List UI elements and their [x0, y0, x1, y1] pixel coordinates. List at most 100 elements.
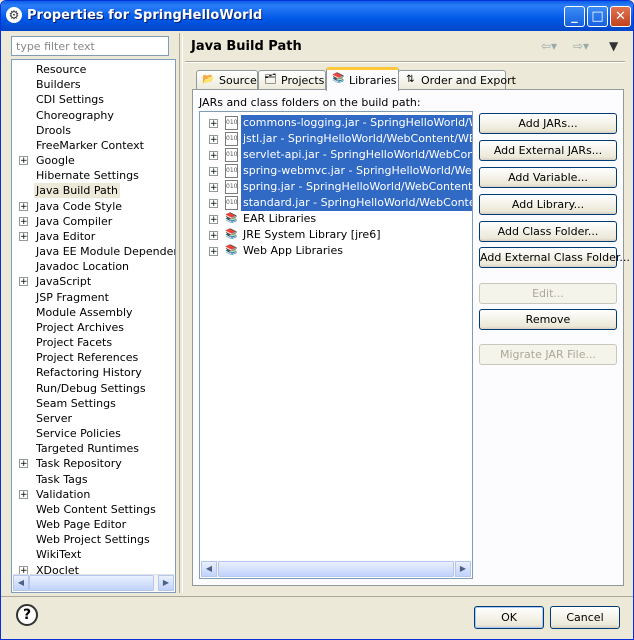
tab-order-and-export[interactable]: ⇅ Order and Export — [398, 70, 516, 90]
tree-item[interactable]: + JavaScript — [12, 274, 172, 289]
eclipse-icon: ⚙ — [6, 7, 22, 23]
tree-item[interactable]: Service Policies — [12, 426, 172, 441]
tree-item[interactable]: Project References — [12, 350, 172, 365]
expand-icon[interactable]: + — [19, 201, 28, 211]
tree-item[interactable]: Web Page Editor — [12, 517, 172, 532]
expand-icon[interactable]: + — [209, 135, 218, 145]
edit-button: Edit... — [479, 283, 617, 304]
expand-icon[interactable]: + — [209, 199, 218, 209]
tree-item[interactable]: Targeted Runtimes — [12, 441, 172, 456]
tree-item[interactable]: Javadoc Location — [12, 259, 172, 274]
tree-item[interactable]: Server — [12, 411, 172, 426]
expand-icon[interactable]: + — [19, 459, 28, 469]
tree-item-label: Task Tags — [36, 472, 88, 486]
tree-item[interactable]: Project Facets — [12, 335, 172, 350]
expand-icon[interactable]: + — [19, 156, 28, 166]
tree-item[interactable]: Refactoring History — [12, 365, 172, 380]
jar-entry[interactable]: +010 commons-logging.jar - SpringHelloWor… — [200, 115, 472, 131]
expand-icon[interactable]: + — [209, 183, 218, 193]
jar-entry[interactable]: +010 standard.jar - SpringHelloWorld/WebC… — [200, 195, 472, 211]
tree-item[interactable]: WikiText — [12, 547, 172, 562]
tree-item[interactable]: Choreography — [12, 108, 172, 123]
scroll-thumb[interactable] — [29, 575, 154, 591]
library-entry[interactable]: + 📚 JRE System Library [jre6] — [200, 227, 472, 243]
add-class-folder-button[interactable]: Add Class Folder... — [479, 221, 617, 242]
tree-horizontal-scrollbar[interactable]: ◀ ▶ — [13, 574, 174, 591]
tree-item[interactable]: Resource — [12, 62, 172, 77]
tree-item[interactable]: + Java Compiler — [12, 214, 172, 229]
minimize-button[interactable]: _ — [564, 6, 585, 27]
tree-item[interactable]: Web Project Settings — [12, 532, 172, 547]
tab-source[interactable]: 📂 Source — [196, 70, 258, 90]
remove-button[interactable]: Remove — [479, 309, 617, 330]
scroll-right-icon[interactable]: ▶ — [158, 575, 174, 591]
tree-item-label: Java Build Path — [34, 183, 121, 199]
maximize-button[interactable]: □ — [587, 6, 608, 27]
tree-item[interactable]: CDI Settings — [12, 92, 172, 107]
tree-item[interactable]: Project Archives — [12, 320, 172, 335]
tree-item[interactable]: Drools — [12, 123, 172, 138]
expand-icon[interactable]: + — [19, 277, 28, 287]
libraries-list[interactable]: + 📚 Web App Libraries + 📚 JRE System Library … — [199, 111, 473, 579]
expand-icon[interactable]: + — [209, 247, 218, 257]
tree-item[interactable]: Module Assembly — [12, 305, 172, 320]
tree-item[interactable]: + Validation — [12, 487, 172, 502]
properties-dialog: ⚙ Properties for SpringHelloWorld _ □ ✕ … — [0, 0, 634, 640]
expand-icon[interactable]: + — [209, 231, 218, 241]
scroll-right-icon[interactable]: ▶ — [455, 561, 471, 577]
tree-item[interactable]: + Google — [12, 153, 172, 168]
expand-icon[interactable]: + — [209, 151, 218, 161]
tree-item[interactable]: Java EE Module Dependencies — [12, 244, 175, 259]
jar-entry[interactable]: +010 spring.jar - SpringHelloWorld/WebCon… — [200, 179, 472, 195]
expand-icon[interactable]: + — [209, 119, 218, 129]
forward-arrow-icon[interactable]: ⇨▾ — [573, 39, 589, 53]
expand-icon[interactable]: + — [19, 489, 28, 499]
scroll-left-icon[interactable]: ◀ — [201, 561, 217, 577]
tree-item[interactable]: Web Content Settings — [12, 502, 172, 517]
help-icon[interactable]: ? — [16, 604, 38, 626]
cancel-button[interactable]: Cancel — [550, 606, 620, 629]
tree-item[interactable]: FreeMarker Context — [12, 138, 172, 153]
tree-item[interactable]: Builders — [12, 77, 172, 92]
add-jars-button[interactable]: Add JARs... — [479, 113, 617, 134]
tree-item-label: Hibernate Settings — [36, 169, 139, 183]
add-library-button[interactable]: Add Library... — [479, 194, 617, 215]
jar-entry[interactable]: +010 servlet-api.jar - SpringHelloWorld/W… — [200, 147, 472, 163]
tree-item[interactable]: Run/Debug Settings — [12, 381, 172, 396]
tree-item[interactable]: Java Build Path — [12, 183, 172, 199]
expand-icon[interactable]: + — [209, 167, 218, 177]
tree-item[interactable]: Task Tags — [12, 472, 172, 487]
library-entry[interactable]: + 📚 Web App Libraries — [200, 243, 472, 259]
scroll-thumb[interactable] — [218, 561, 454, 577]
add-external-jars-button[interactable]: Add External JARs... — [479, 140, 617, 161]
expand-icon[interactable]: + — [19, 216, 28, 226]
jar-entry[interactable]: +010 spring-webmvc.jar - SpringHelloWorld… — [200, 163, 472, 179]
tree-item-label: Resource — [36, 63, 87, 76]
tree-item[interactable]: Hibernate Settings — [12, 168, 172, 183]
ok-button[interactable]: OK — [474, 606, 544, 629]
library-entry[interactable]: + 📚 EAR Libraries — [200, 211, 472, 227]
scroll-left-icon[interactable]: ◀ — [13, 575, 29, 591]
tree-item[interactable]: Seam Settings — [12, 396, 172, 411]
tree-item[interactable]: JSP Fragment — [12, 290, 172, 305]
tree-item[interactable]: + Java Code Style — [12, 199, 172, 214]
tree-item[interactable]: + Task Repository — [12, 456, 172, 471]
filter-input[interactable]: type filter text — [11, 36, 169, 56]
expand-icon[interactable]: + — [209, 215, 218, 225]
add-external-class-folder-button[interactable]: Add External Class Folder... — [479, 247, 630, 268]
view-menu-icon[interactable]: ▼ — [609, 39, 618, 53]
jar-entry[interactable]: +010 jstl.jar - SpringHelloWorld/WebConte… — [200, 131, 472, 147]
tree-item-label: JavaScript — [36, 275, 92, 289]
tree-item[interactable]: + Java Editor — [12, 229, 172, 244]
panel-sash[interactable] — [179, 33, 183, 593]
list-horizontal-scrollbar[interactable]: ◀ ▶ — [201, 561, 471, 577]
tree-item-label: Seam Settings — [36, 396, 116, 410]
close-button[interactable]: ✕ — [610, 6, 631, 27]
tab-projects[interactable]: 🗂 Projects — [258, 70, 326, 90]
tab-libraries[interactable]: 📚 Libraries — [326, 67, 399, 91]
title-bar[interactable]: ⚙ Properties for SpringHelloWorld _ □ ✕ — [1, 1, 633, 31]
back-arrow-icon[interactable]: ⇦▾ — [541, 39, 557, 53]
tree-item-label: Task Repository — [36, 457, 122, 471]
expand-icon[interactable]: + — [19, 231, 28, 241]
add-variable-button[interactable]: Add Variable... — [479, 167, 617, 188]
